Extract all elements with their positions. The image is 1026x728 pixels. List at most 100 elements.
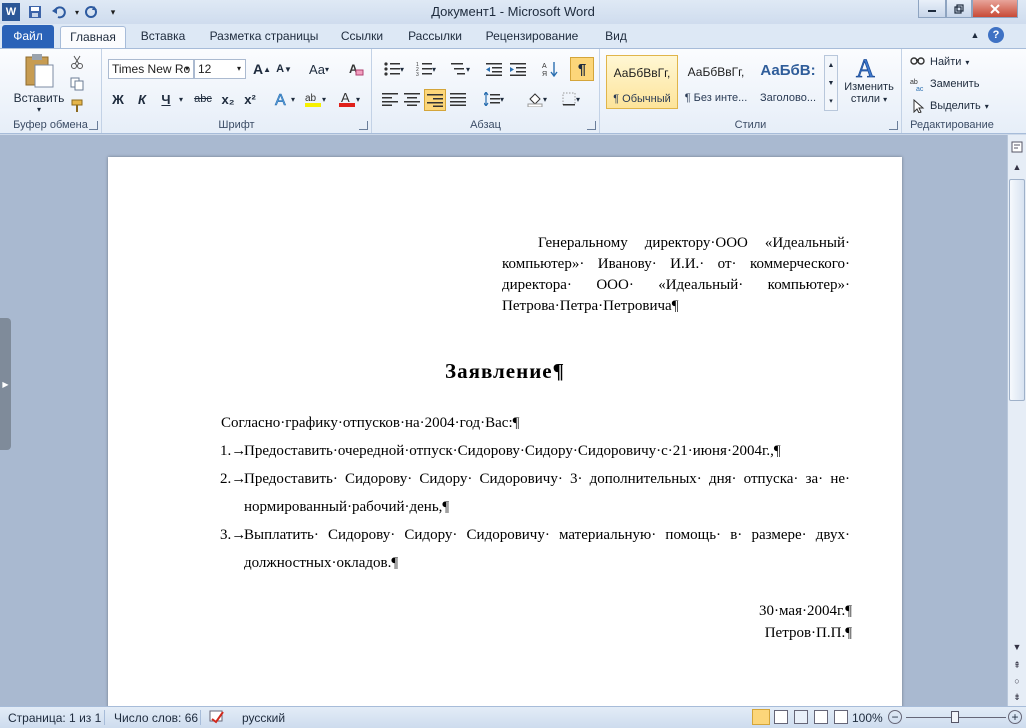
change-case-button[interactable]: Aa ▾ — [304, 59, 334, 79]
clear-formatting-icon[interactable]: A — [346, 59, 366, 79]
list-item-text: Предоставить· Сидорову· Сидору· Сидорови… — [244, 471, 850, 487]
zoom-slider-thumb[interactable] — [951, 711, 959, 723]
select-icon — [913, 99, 925, 113]
numbering-icon[interactable]: 1 2 3 ▾ — [412, 59, 440, 79]
tab-file[interactable]: Файл — [2, 25, 54, 48]
find-label: Найти — [930, 56, 962, 68]
copy-icon[interactable] — [68, 75, 86, 93]
language-indicator[interactable]: русский — [242, 711, 285, 725]
bullets-icon[interactable]: ▾ — [380, 59, 408, 79]
tab-insert[interactable]: Вставка — [132, 26, 194, 48]
line-spacing-icon[interactable]: ▾ — [480, 89, 508, 109]
select-button[interactable]: Выделить ▾ — [910, 97, 994, 115]
style-normal[interactable]: АаБбВвГг, ¶ Обычный — [606, 55, 678, 109]
justify-icon[interactable] — [448, 89, 468, 109]
styles-more-icon[interactable]: ▾ — [825, 92, 837, 110]
previous-page-icon[interactable]: ⇞ — [1009, 657, 1025, 673]
styles-scroll-down-icon[interactable]: ▼ — [825, 74, 837, 92]
tab-mailings[interactable]: Рассылки — [400, 26, 470, 48]
collapse-ribbon-icon[interactable]: ▲ — [968, 28, 982, 42]
restore-button[interactable] — [946, 0, 972, 18]
list-item-text-continued: должностных·окладов.¶ — [244, 555, 399, 571]
font-group: Times New Ro ▾ 12 ▾ A ▲ A ▼ Aa ▾ A Ж К Ч ▾ … — [102, 49, 372, 133]
next-page-icon[interactable]: ⇟ — [1009, 689, 1025, 705]
styles-launcher-icon[interactable] — [889, 121, 898, 130]
ruler-toggle-icon[interactable] — [1009, 139, 1025, 155]
outline-view-icon[interactable] — [814, 710, 828, 724]
highlight-color-icon[interactable]: ab ▾ — [300, 89, 330, 109]
text-effects-icon[interactable]: A ▾ — [270, 89, 298, 109]
change-styles-button[interactable]: A Изменить стили ▾ — [840, 53, 898, 119]
svg-text:A: A — [856, 54, 875, 81]
underline-dropdown-icon[interactable]: ▾ — [176, 89, 186, 109]
word-count[interactable]: Число слов: 66 — [114, 711, 198, 725]
styles-scroll-up-icon[interactable]: ▲ — [825, 56, 837, 74]
style-heading[interactable]: АаБбВ: Заголово... — [752, 55, 824, 109]
scroll-down-icon[interactable]: ▼ — [1009, 639, 1025, 655]
browse-object-icon[interactable]: ○ — [1009, 673, 1025, 689]
tab-home[interactable]: Главная — [60, 26, 126, 48]
addressee-block: Генеральному директору·ООО «Идеальный· к… — [502, 233, 850, 317]
font-name-combo[interactable]: Times New Ro ▾ — [108, 59, 194, 79]
subscript-button[interactable]: x₂ — [218, 89, 238, 109]
superscript-button[interactable]: x² — [240, 89, 260, 109]
close-button[interactable] — [972, 0, 1018, 18]
grow-font-icon: A — [252, 61, 264, 77]
tab-review[interactable]: Рецензирование — [478, 26, 586, 48]
font-size-combo[interactable]: 12 ▾ — [194, 59, 246, 79]
align-center-icon[interactable] — [402, 89, 422, 109]
tab-page-layout[interactable]: Разметка страницы — [202, 26, 326, 48]
paste-button[interactable]: Вставить ▾ — [14, 53, 64, 123]
bold-button[interactable]: Ж — [108, 89, 128, 109]
shrink-font-button[interactable]: A ▼ — [274, 59, 294, 79]
replace-label: Заменить — [930, 78, 980, 90]
addressee-line-1: Генеральному директору·ООО «Идеальный· — [538, 235, 850, 251]
show-formatting-marks-button[interactable]: ¶ — [570, 57, 594, 81]
minimize-button[interactable] — [918, 0, 946, 18]
align-left-icon[interactable] — [380, 89, 400, 109]
decrease-indent-icon[interactable] — [484, 59, 504, 79]
clipboard-launcher-icon[interactable] — [89, 121, 98, 130]
borders-icon[interactable]: ▾ — [556, 89, 586, 109]
list-number: 2.→ — [220, 471, 247, 487]
grow-font-button[interactable]: A ▲ — [252, 59, 272, 79]
web-layout-view-icon[interactable] — [794, 710, 808, 724]
draft-view-icon[interactable] — [834, 710, 848, 724]
multilevel-list-icon[interactable]: ▾ — [446, 59, 474, 79]
style-heading-name: Заголово... — [759, 92, 817, 104]
shading-icon[interactable]: ▾ — [522, 89, 552, 109]
replace-button[interactable]: ab ac Заменить — [910, 75, 990, 93]
increase-indent-icon[interactable] — [508, 59, 528, 79]
help-icon[interactable]: ? — [988, 27, 1004, 43]
style-no-spacing[interactable]: АаБбВвГг, ¶ Без инте... — [680, 55, 752, 109]
select-label: Выделить — [930, 100, 981, 112]
cut-icon[interactable] — [68, 53, 86, 71]
paragraph-launcher-icon[interactable] — [587, 121, 596, 130]
tab-view[interactable]: Вид — [596, 26, 636, 48]
sort-icon[interactable]: AЯ — [540, 59, 560, 79]
zoom-level[interactable]: 100% — [852, 711, 883, 725]
svg-text:Я: Я — [542, 71, 547, 77]
print-layout-view-icon[interactable] — [752, 709, 770, 725]
document-page[interactable]: Генеральному директору·ООО «Идеальный· к… — [108, 157, 902, 706]
font-color-icon[interactable]: A ▾ — [334, 89, 364, 109]
paragraph-group: ▾ 1 2 3 ▾ ▾ AЯ ¶ ▾ ▾ ▾ Абзац — [372, 49, 600, 133]
vertical-scrollbar[interactable]: ▲ ▼ ⇞ ○ ⇟ — [1007, 135, 1026, 706]
find-button[interactable]: Найти ▾ — [910, 53, 990, 71]
strikethrough-button[interactable]: abc — [190, 89, 216, 109]
italic-button[interactable]: К — [132, 89, 152, 109]
zoom-in-icon[interactable]: + — [1008, 710, 1022, 724]
font-launcher-icon[interactable] — [359, 121, 368, 130]
navigation-pane-toggle[interactable]: ▶ — [0, 318, 11, 450]
align-right-icon[interactable] — [424, 89, 446, 111]
tab-references[interactable]: Ссылки — [334, 26, 390, 48]
zoom-out-icon[interactable]: − — [888, 710, 902, 724]
format-painter-icon[interactable] — [68, 97, 86, 115]
scroll-up-icon[interactable]: ▲ — [1009, 159, 1025, 175]
full-screen-reading-view-icon[interactable] — [774, 710, 788, 724]
proofing-icon[interactable] — [208, 709, 228, 728]
underline-button[interactable]: Ч — [156, 89, 176, 109]
scroll-thumb[interactable] — [1009, 179, 1025, 401]
page-indicator[interactable]: Страница: 1 из 1 — [8, 711, 101, 725]
editing-group: Найти ▾ ab ac Заменить Выделить ▾ Редактиро… — [902, 49, 1002, 133]
